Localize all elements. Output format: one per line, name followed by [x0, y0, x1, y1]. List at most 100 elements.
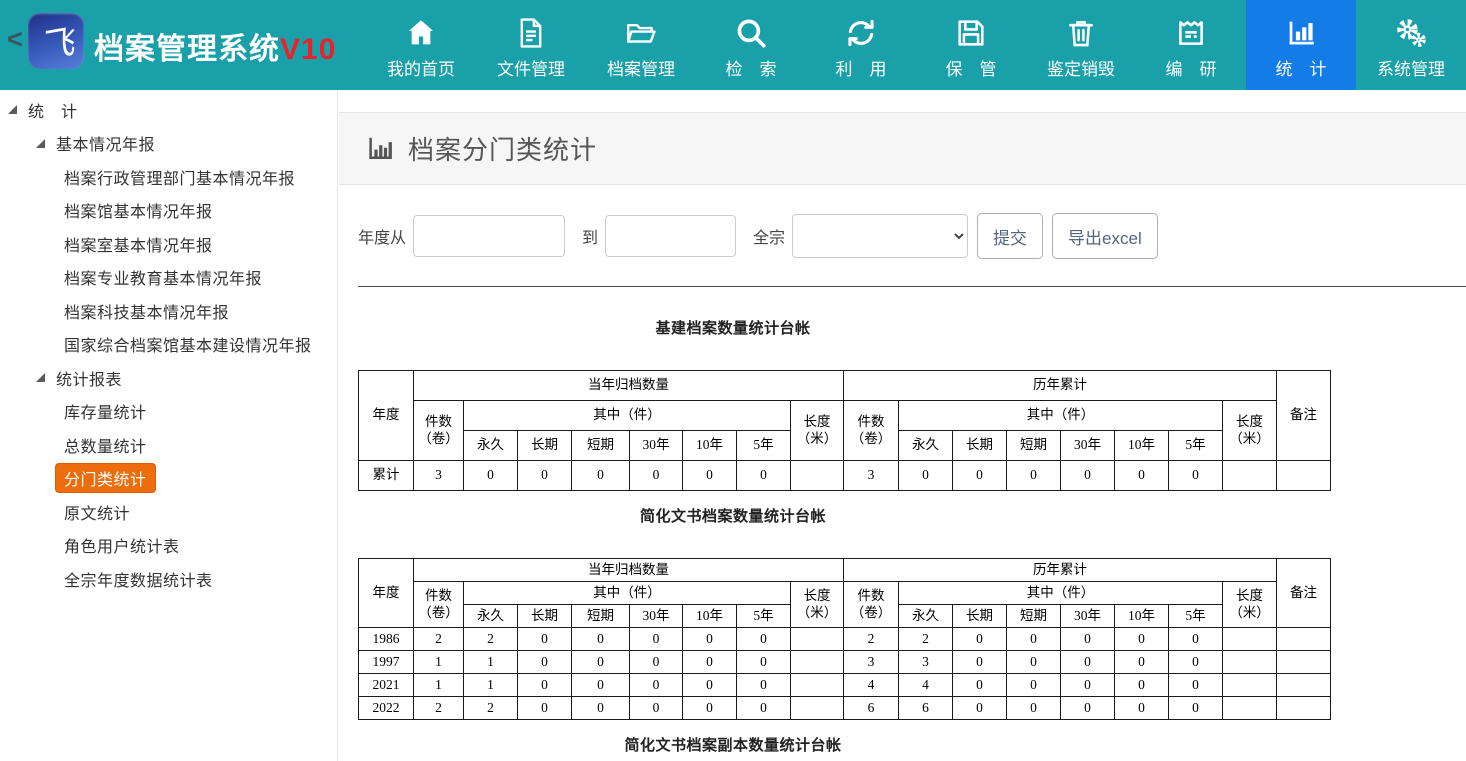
table-header-cell: 备注 [1277, 371, 1331, 461]
table-header-cell: 年度 [359, 371, 414, 461]
stat-table-1: 年度当年归档数量历年累计备注件数 （卷）其中（件）长度 （米）件数 （卷）其中（… [358, 558, 1331, 720]
app-logo: 飞 [28, 13, 84, 69]
logo-glyph: 飞 [35, 14, 77, 68]
sidebar-item-label: 统计报表 [56, 366, 122, 390]
table-cell: 1986 [359, 628, 414, 651]
sidebar-item-5[interactable]: 档案专业教育基本情况年报 [0, 261, 337, 295]
sidebar-item-9[interactable]: 库存量统计 [0, 395, 337, 429]
table-cell: 2 [844, 628, 899, 651]
app-version: V10 [280, 33, 336, 66]
table-cell: 0 [737, 651, 791, 674]
nav-item-search[interactable]: 检 索 [696, 0, 806, 90]
table-row: 202222000006600000 [359, 697, 1331, 720]
nav-item-system-management[interactable]: 系统管理 [1356, 0, 1466, 90]
submit-button[interactable]: 提交 [977, 213, 1043, 259]
table-cell: 1 [464, 674, 518, 697]
export-excel-button[interactable]: 导出excel [1052, 213, 1158, 259]
sidebar-item-4[interactable]: 档案室基本情况年报 [0, 227, 337, 261]
nav-item-custody[interactable]: 保 管 [916, 0, 1026, 90]
sidebar-item-3[interactable]: 档案馆基本情况年报 [0, 194, 337, 228]
sidebar-item-1[interactable]: 基本情况年报 [0, 127, 337, 161]
table-cell: 3 [414, 461, 464, 491]
sidebar-item-7[interactable]: 国家综合档案馆基本建设情况年报 [0, 328, 337, 362]
table-cell: 0 [953, 674, 1007, 697]
table-cell: 6 [899, 697, 953, 720]
sidebar-item-12[interactable]: 原文统计 [0, 495, 337, 529]
table-cell: 0 [1007, 651, 1061, 674]
home-icon [404, 14, 438, 52]
nav-item-utilization[interactable]: 利 用 [806, 0, 916, 90]
fonds-select[interactable] [792, 214, 968, 258]
table-cell [791, 651, 844, 674]
sidebar-item-10[interactable]: 总数量统计 [0, 428, 337, 462]
expand-triangle-icon[interactable] [36, 373, 45, 382]
main-nav: 我的首页文件管理档案管理检 索利 用保 管鉴定销毁编 研统 计系统管理 [366, 0, 1466, 90]
expand-triangle-icon[interactable] [8, 105, 17, 114]
table-cell: 0 [953, 697, 1007, 720]
table-cell: 0 [518, 461, 572, 491]
collapse-sidebar-icon[interactable]: < [7, 26, 23, 53]
table-cell: 0 [1007, 674, 1061, 697]
gears-icon [1394, 14, 1428, 52]
table-cell: 0 [630, 697, 683, 720]
table-header-cell: 其中（件） [899, 401, 1223, 431]
sidebar-item-label: 全宗年度数据统计表 [64, 567, 213, 591]
sidebar-item-8[interactable]: 统计报表 [0, 361, 337, 395]
table-header-cell: 短期 [572, 605, 630, 628]
sidebar-item-2[interactable]: 档案行政管理部门基本情况年报 [0, 160, 337, 194]
sidebar-item-6[interactable]: 档案科技基本情况年报 [0, 294, 337, 328]
table-cell: 0 [1169, 461, 1223, 491]
table-cell [1223, 461, 1277, 491]
sidebar-item-label: 统 计 [28, 98, 78, 122]
table-cell: 0 [683, 461, 737, 491]
nav-item-appraisal-destruction[interactable]: 鉴定销毁 [1026, 0, 1136, 90]
table-header-cell: 5年 [737, 431, 791, 461]
table-cell: 0 [1169, 674, 1223, 697]
table-header-cell: 永久 [464, 605, 518, 628]
table-title: 基建档案数量统计台帐 [358, 317, 1108, 338]
table-cell: 4 [899, 674, 953, 697]
tables-area: 基建档案数量统计台帐年度当年归档数量历年累计备注件数 （卷）其中（件）长度 （米… [339, 317, 1466, 755]
sidebar-item-label: 分门类统计 [55, 463, 156, 493]
expand-triangle-icon[interactable] [36, 139, 45, 148]
table-cell [1223, 697, 1277, 720]
fonds-label: 全宗 [753, 224, 785, 248]
recycle-icon [844, 14, 878, 52]
table-cell: 2 [414, 628, 464, 651]
nav-item-file-management[interactable]: 文件管理 [476, 0, 586, 90]
sidebar-item-14[interactable]: 全宗年度数据统计表 [0, 562, 337, 596]
table-cell [1277, 628, 1331, 651]
nav-item-home[interactable]: 我的首页 [366, 0, 476, 90]
table-header-cell: 长期 [953, 605, 1007, 628]
table-cell [1277, 651, 1331, 674]
table-cell [1223, 674, 1277, 697]
sidebar-item-13[interactable]: 角色用户统计表 [0, 529, 337, 563]
notebook-icon [1174, 14, 1208, 52]
table-cell: 0 [1061, 697, 1115, 720]
year-from-input[interactable] [413, 215, 565, 257]
nav-item-archive-management[interactable]: 档案管理 [586, 0, 696, 90]
sidebar-item-0[interactable]: 统 计 [0, 93, 337, 127]
table-header-cell: 永久 [464, 431, 518, 461]
sidebar-item-11[interactable]: 分门类统计 [0, 462, 337, 496]
table-header-cell: 5年 [737, 605, 791, 628]
table-header-cell: 当年归档数量 [414, 559, 844, 582]
table-header-cell: 永久 [899, 605, 953, 628]
table-row: 199711000003300000 [359, 651, 1331, 674]
table-cell: 3 [899, 651, 953, 674]
app-header: < 飞 档案管理系统V10 我的首页文件管理档案管理检 索利 用保 管鉴定销毁编… [0, 0, 1466, 90]
table-cell: 0 [572, 674, 630, 697]
table-cell: 0 [518, 628, 572, 651]
nav-item-compilation-research[interactable]: 编 研 [1136, 0, 1246, 90]
table-header-cell: 短期 [1007, 605, 1061, 628]
nav-item-statistics[interactable]: 统 计 [1246, 0, 1356, 90]
table-row: 累计30000003000000 [359, 461, 1331, 491]
table-cell: 0 [518, 674, 572, 697]
year-to-input[interactable] [605, 215, 736, 257]
nav-item-label: 我的首页 [387, 55, 455, 80]
table-cell: 4 [844, 674, 899, 697]
table-header-cell: 10年 [1115, 605, 1169, 628]
table-cell: 0 [1169, 697, 1223, 720]
table-header-cell: 件数 （卷） [844, 582, 899, 628]
table-cell: 0 [1169, 628, 1223, 651]
